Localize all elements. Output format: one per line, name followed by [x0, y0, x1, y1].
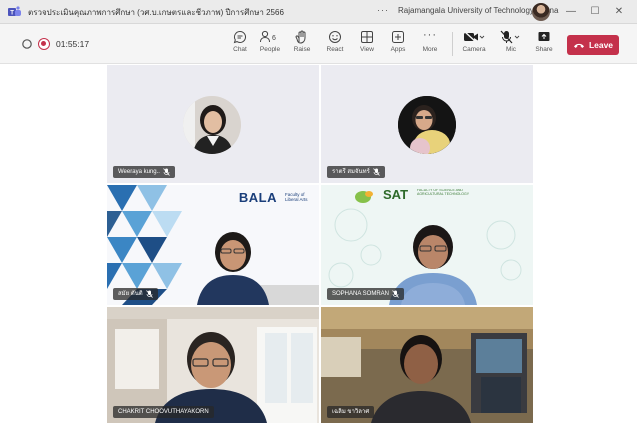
mic-muted-icon: [372, 168, 380, 176]
participant-tile-3[interactable]: BALA Faculty of Liberal Arts สมัย ตันติ: [107, 185, 319, 305]
meeting-title: ตรวจประเมินคุณภาพการศึกษา (วศ.บ.เกษตรและ…: [28, 8, 284, 17]
apps-button[interactable]: Apps: [381, 28, 415, 60]
shield-icon[interactable]: [22, 38, 32, 50]
teams-logo-icon: T: [8, 6, 21, 17]
view-button[interactable]: View: [350, 28, 384, 60]
share-screen-icon: [538, 32, 550, 41]
share-label: Share: [535, 46, 553, 53]
more-button[interactable]: ··· More: [413, 28, 447, 60]
mic-off-icon: [500, 30, 520, 44]
meeting-timer: 01:55:17: [56, 39, 90, 49]
participant-name-tag: CHAKRIT CHOOVUTHAYAKORN: [113, 406, 214, 418]
add-apps-icon: [392, 31, 404, 43]
camera-label: Camera: [462, 46, 486, 53]
video-feed: [321, 185, 533, 305]
apps-label: Apps: [390, 46, 406, 53]
participant-tile-1[interactable]: Weeraya kung..: [107, 65, 319, 183]
participant-name: SOPHANA SOMRAN: [332, 291, 390, 297]
participant-tile-6[interactable]: เฉลิม ขาวิลาศ: [321, 307, 533, 423]
account-avatar[interactable]: [532, 3, 550, 21]
svg-text:T: T: [10, 11, 14, 17]
participant-name: ราตรี สมจันทร์: [332, 169, 370, 175]
raise-hand-button[interactable]: Raise: [285, 28, 319, 60]
participant-tile-5[interactable]: CHAKRIT CHOOVUTHAYAKORN: [107, 307, 319, 423]
grid-view-icon: [361, 31, 373, 43]
share-button[interactable]: Share: [527, 28, 561, 60]
participant-name: Weeraya kung..: [118, 169, 160, 175]
camera-off-icon: [463, 30, 485, 44]
people-count: 6: [272, 35, 276, 42]
chat-button[interactable]: Chat: [223, 28, 257, 60]
meeting-toolbar: 01:55:17 Chat 6 People Raise React View …: [0, 24, 637, 64]
more-icon: ···: [423, 29, 437, 41]
participant-name-tag: Weeraya kung..: [113, 166, 175, 178]
react-label: React: [326, 46, 344, 53]
participant-name: เฉลิม ขาวิลาศ: [332, 409, 370, 415]
react-button[interactable]: React: [318, 28, 352, 60]
mic-muted-icon: [145, 290, 153, 298]
sat-logo: SAT: [383, 187, 409, 202]
participant-tile-4[interactable]: SAT FACULTY OF SCIENCE AND AGRICULTURAL …: [321, 185, 533, 305]
people-label: People: [259, 46, 281, 53]
mic-label: Mic: [505, 46, 517, 53]
close-window-button[interactable]: ✕: [610, 4, 628, 20]
bala-logo-subtitle: Faculty of Liberal Arts: [285, 192, 308, 202]
leave-button[interactable]: Leave: [567, 35, 619, 55]
participant-tile-2[interactable]: ราตรี สมจันทร์: [321, 65, 533, 183]
participant-name-tag: ราตรี สมจันทร์: [327, 166, 385, 178]
participant-name-tag: SOPHANA SOMRAN: [327, 288, 405, 300]
participant-name-tag: สมัย ตันติ: [113, 288, 158, 300]
camera-button[interactable]: Camera: [457, 28, 491, 60]
participant-name: สมัย ตันติ: [118, 291, 143, 297]
minimize-button[interactable]: —: [562, 4, 580, 20]
participant-name: CHAKRIT CHOOVUTHAYAKORN: [118, 409, 209, 415]
recording-icon: [38, 38, 50, 50]
raise-hand-icon: [295, 30, 306, 44]
view-label: View: [360, 46, 374, 53]
mic-muted-icon: [392, 290, 399, 298]
raise-label: Raise: [293, 46, 311, 53]
mic-button[interactable]: Mic: [494, 28, 528, 60]
leave-label: Leave: [588, 40, 614, 50]
participant-avatar: [183, 96, 241, 154]
mic-muted-icon: [163, 168, 170, 176]
hang-up-icon: [573, 43, 584, 48]
toolbar-separator: [452, 32, 453, 56]
chat-icon: [233, 30, 246, 44]
maximize-button[interactable]: ☐: [586, 4, 604, 20]
participant-name-tag: เฉลิม ขาวิลาศ: [327, 406, 375, 418]
people-icon: 6: [260, 30, 276, 43]
video-feed: [107, 185, 319, 305]
window-title-bar: T ตรวจประเมินคุณภาพการศึกษา (วศ.บ.เกษตรแ…: [0, 0, 637, 24]
participant-avatar: [398, 96, 456, 154]
people-button[interactable]: 6 People: [253, 28, 287, 60]
bala-logo: BALA: [238, 190, 277, 205]
sat-logo-subtitle: FACULTY OF SCIENCE AND AGRICULTURAL TECH…: [417, 189, 470, 196]
chat-label: Chat: [233, 46, 247, 53]
title-more-button[interactable]: ···: [377, 5, 389, 15]
smiley-icon: [329, 31, 341, 43]
more-label: More: [422, 46, 438, 53]
video-stage: Weeraya kung.. ราตรี สมจันทร์ BALA Facul…: [0, 65, 637, 423]
